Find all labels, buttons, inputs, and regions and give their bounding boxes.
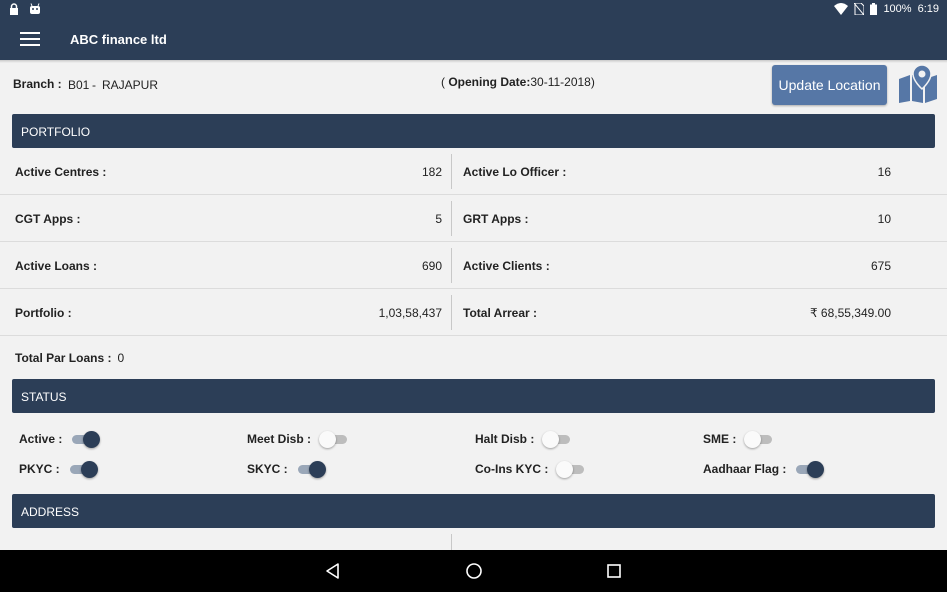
- column-divider: [451, 534, 452, 550]
- back-icon[interactable]: [323, 561, 343, 581]
- grt-apps-label: GRT Apps :: [463, 212, 529, 226]
- active-centres-value: 182: [421, 165, 442, 179]
- main-content: Branch : B01 - RAJAPUR ( Opening Date:30…: [0, 60, 947, 550]
- aadhaar-flag-toggle-item: Aadhaar Flag :: [703, 460, 825, 478]
- portfolio-row: Portfolio : 1,03,58,437 Total Arrear : ₹…: [0, 289, 947, 336]
- opening-date-value: 30-11-2018: [530, 75, 591, 89]
- column-divider: [451, 154, 452, 189]
- skyc-toggle-item: SKYC :: [247, 460, 326, 478]
- column-divider: [451, 248, 452, 283]
- hamburger-menu-icon[interactable]: [20, 32, 40, 48]
- branch-label: Branch :: [13, 77, 62, 91]
- active-clients-label: Active Clients :: [463, 259, 550, 273]
- lock-icon: [10, 3, 18, 15]
- meet-disb-toggle-item: Meet Disb :: [247, 430, 349, 448]
- portfolio-row: CGT Apps : 5 GRT Apps : 10: [0, 195, 947, 242]
- active-toggle[interactable]: [70, 430, 101, 448]
- column-divider: [451, 201, 452, 236]
- total-par-loans-label: Total Par Loans :: [15, 351, 112, 365]
- portfolio-value: 1,03,58,437: [378, 306, 442, 320]
- aadhaar-flag-toggle-label: Aadhaar Flag :: [703, 462, 787, 476]
- skyc-toggle-label: SKYC :: [247, 462, 288, 476]
- portfolio-label: Portfolio :: [15, 306, 72, 320]
- co-ins-kyc-toggle-label: Co-Ins KYC :: [475, 462, 549, 476]
- update-location-button[interactable]: Update Location: [772, 65, 887, 105]
- branch-separator: -: [92, 78, 96, 92]
- active-centres-label: Active Centres :: [15, 165, 107, 179]
- opening-date: ( Opening Date:30-11-2018): [441, 75, 595, 89]
- portfolio-row: Active Loans : 690 Active Clients : 675: [0, 242, 947, 289]
- total-arrear-label: Total Arrear :: [463, 306, 538, 320]
- total-arrear-value: ₹ 68,55,349.00: [809, 306, 891, 320]
- status-header: STATUS: [12, 379, 935, 413]
- halt-disb-toggle-item: Halt Disb :: [475, 430, 572, 448]
- active-toggle-item: Active :: [19, 430, 101, 448]
- total-par-loans: Total Par Loans : 0: [15, 351, 124, 365]
- clock: 6:19: [917, 3, 939, 15]
- sme-toggle[interactable]: [744, 430, 774, 448]
- active-lo-officer-label: Active Lo Officer :: [463, 165, 567, 179]
- active-lo-officer-value: 16: [877, 165, 891, 179]
- home-icon[interactable]: [464, 561, 484, 581]
- pkyc-toggle[interactable]: [68, 460, 98, 478]
- active-clients-value: 675: [870, 259, 891, 273]
- active-loans-value: 690: [421, 259, 442, 273]
- portfolio-header: PORTFOLIO: [12, 114, 935, 148]
- sme-toggle-item: SME :: [703, 430, 774, 448]
- wifi-icon: [834, 3, 849, 15]
- opening-date-label: Opening Date:: [448, 75, 531, 89]
- system-navigation-bar: [0, 550, 947, 592]
- branch-code: B01: [68, 78, 90, 92]
- total-par-loans-value: 0: [117, 351, 125, 365]
- sme-toggle-label: SME :: [703, 432, 737, 446]
- recents-icon[interactable]: [604, 561, 624, 581]
- address-header: ADDRESS: [12, 494, 935, 528]
- pkyc-toggle-item: PKYC :: [19, 460, 98, 478]
- map-location-icon[interactable]: [897, 65, 939, 103]
- grt-apps-value: 10: [877, 212, 891, 226]
- meet-disb-toggle[interactable]: [319, 430, 349, 448]
- aadhaar-flag-toggle[interactable]: [794, 460, 825, 478]
- app-title: ABC finance ltd: [70, 32, 167, 47]
- active-loans-label: Active Loans :: [15, 259, 98, 273]
- battery-icon: [870, 3, 878, 15]
- portfolio-row: Active Centres : 182 Active Lo Officer :…: [0, 148, 947, 195]
- status-bar: 100% 6:19: [0, 0, 947, 20]
- cgt-apps-value: 5: [435, 212, 442, 226]
- co-ins-kyc-toggle[interactable]: [556, 460, 586, 478]
- active-toggle-label: Active :: [19, 432, 63, 446]
- branch-info-row: Branch : B01 - RAJAPUR ( Opening Date:30…: [0, 60, 947, 112]
- meet-disb-toggle-label: Meet Disb :: [247, 432, 312, 446]
- app-bar-shadow: [0, 60, 947, 63]
- android-icon: [30, 3, 40, 14]
- app-bar: ABC finance ltd: [0, 20, 947, 60]
- no-sim-icon: [854, 3, 865, 15]
- halt-disb-toggle-label: Halt Disb :: [475, 432, 535, 446]
- column-divider: [451, 295, 452, 330]
- battery-percent: 100%: [883, 3, 912, 15]
- branch-name: RAJAPUR: [102, 78, 159, 92]
- cgt-apps-label: CGT Apps :: [15, 212, 81, 226]
- pkyc-toggle-label: PKYC :: [19, 462, 60, 476]
- skyc-toggle[interactable]: [296, 460, 326, 478]
- halt-disb-toggle[interactable]: [542, 430, 572, 448]
- co-ins-kyc-toggle-item: Co-Ins KYC :: [475, 460, 586, 478]
